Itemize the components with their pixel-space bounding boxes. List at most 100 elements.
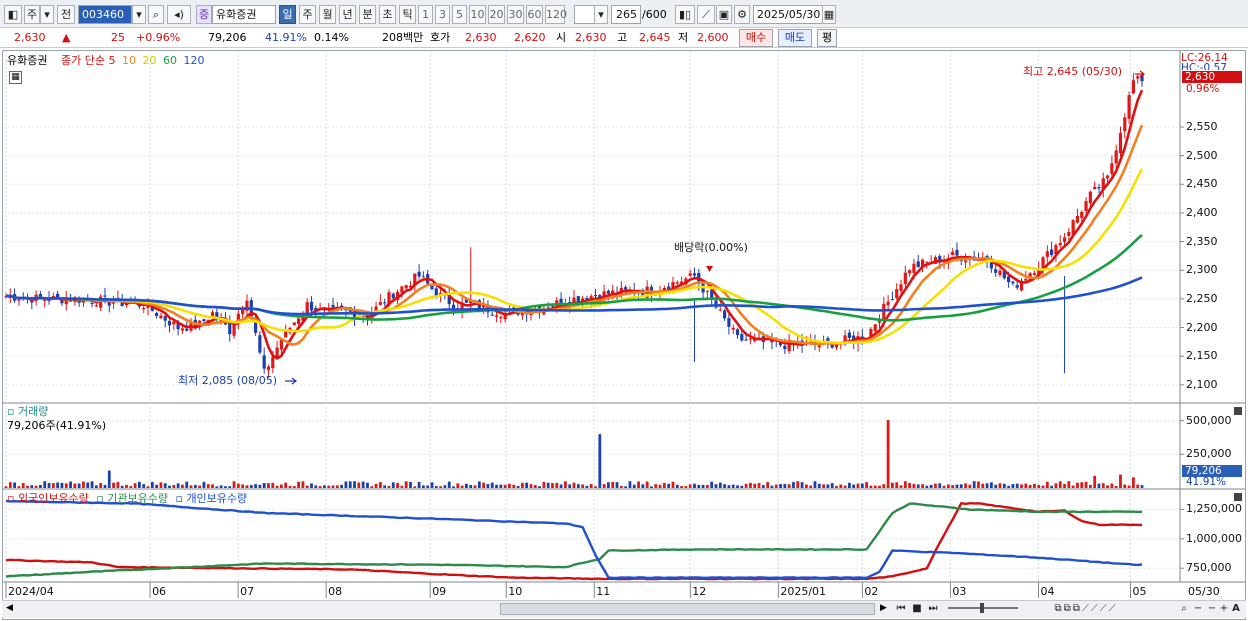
volume-bar xyxy=(912,483,916,488)
candle-body xyxy=(1058,242,1062,246)
volume-bar xyxy=(736,485,739,488)
volume-bar xyxy=(262,483,266,488)
volume-bar xyxy=(542,482,546,488)
volume-bar xyxy=(843,485,847,488)
volume-bar xyxy=(323,485,326,488)
volume-bar xyxy=(495,484,498,488)
volume-subtitle: 79,206주(41.91%) xyxy=(7,419,107,432)
low-arrow-icon xyxy=(285,377,297,385)
volume-bar xyxy=(413,486,417,488)
volume-bar xyxy=(740,485,744,488)
volume-bar xyxy=(245,485,249,488)
last-page-icon[interactable]: ⏭ xyxy=(926,602,940,616)
volume-bar xyxy=(465,483,468,488)
scroll-left-icon[interactable]: ◀ xyxy=(6,603,16,615)
volume-bar xyxy=(64,483,68,488)
candle-body xyxy=(17,299,21,301)
price-tag: 2,630 xyxy=(1182,71,1242,83)
volume-bar xyxy=(120,485,124,488)
volume-bar xyxy=(374,483,378,488)
volume-bar xyxy=(822,484,825,488)
volume-bar xyxy=(241,484,245,488)
candle-body xyxy=(624,287,628,290)
volume-bar xyxy=(400,485,404,488)
volume-bar xyxy=(753,483,757,488)
volume-bar xyxy=(804,484,808,488)
volume-bar xyxy=(1071,485,1075,488)
volume-bar xyxy=(383,485,387,488)
dividend-annotation: 배당락(0.00%) xyxy=(674,241,748,254)
volume-bar xyxy=(675,484,679,488)
x-tick-label: 07 xyxy=(240,585,255,598)
candle-body xyxy=(740,334,744,341)
volume-bar xyxy=(189,485,193,488)
volume-bar xyxy=(1050,485,1054,488)
legend-individual: ▫ 개인보유수량 xyxy=(175,492,248,505)
legend-institution: ▫ 기관보유수량 xyxy=(96,492,168,505)
volume-bar xyxy=(1140,485,1144,488)
candle-body xyxy=(378,302,382,305)
candle-body xyxy=(1088,191,1092,204)
volume-bar xyxy=(224,486,227,488)
volume-bar xyxy=(641,484,645,488)
volume-bar xyxy=(434,486,438,488)
volume-bar xyxy=(865,482,869,488)
candle-body xyxy=(1024,278,1028,281)
volume-bar xyxy=(211,484,214,488)
volume-bar xyxy=(103,485,107,488)
candle-body xyxy=(667,286,671,290)
volume-bar xyxy=(615,482,619,488)
candle-body xyxy=(331,304,335,308)
font-size-icon[interactable]: A xyxy=(1230,602,1242,616)
close-volume-pane-icon[interactable] xyxy=(1234,407,1242,415)
candle-body xyxy=(232,324,236,336)
volume-bar xyxy=(477,481,481,488)
volume-bar xyxy=(86,482,90,488)
volume-bar xyxy=(1024,483,1028,488)
volume-bar xyxy=(955,484,959,488)
scroll-right-icon[interactable]: ▶ xyxy=(880,603,890,615)
candle-body xyxy=(895,289,899,299)
candle-body xyxy=(1080,211,1084,219)
candle-body xyxy=(499,317,503,319)
candle-body xyxy=(727,318,731,327)
candle-body xyxy=(890,299,895,301)
zoom-slider-handle[interactable] xyxy=(980,603,984,613)
close-holding-pane-icon[interactable] xyxy=(1234,493,1242,501)
volume-bar xyxy=(305,485,309,488)
table-icon[interactable]: ▦ xyxy=(9,71,22,84)
volume-bar xyxy=(107,470,111,488)
volume-bar xyxy=(718,482,722,488)
candle-body xyxy=(383,302,387,304)
volume-bar xyxy=(658,484,662,488)
volume-bar xyxy=(391,482,395,488)
candle-body xyxy=(94,305,98,307)
zoom-in-icon[interactable]: + xyxy=(1218,602,1230,616)
drawing-tools-icon[interactable]: ⧉⧉⧉⟋⟋⟋⟋ xyxy=(1026,602,1146,616)
volume-bar xyxy=(667,483,671,488)
volume-bar xyxy=(813,481,817,488)
scrollbar-thumb[interactable] xyxy=(500,603,875,615)
price-legend: 유화증권 종가 단순 5 10 20 60 120 xyxy=(7,54,204,67)
volume-bar xyxy=(1097,483,1101,488)
volume-bar xyxy=(731,484,735,488)
volume-bar xyxy=(520,482,524,488)
stop-icon[interactable]: ■ xyxy=(910,602,924,616)
volume-bar xyxy=(559,484,563,488)
x-tick-label: 09 xyxy=(432,585,447,598)
zoom-minus-icon[interactable]: − xyxy=(1206,602,1218,616)
volume-bar xyxy=(830,483,834,488)
volume-bar xyxy=(637,481,640,488)
volume-bar xyxy=(249,485,253,488)
zoom-search-icon[interactable]: ⌕ xyxy=(1178,602,1190,616)
volume-bar xyxy=(589,484,593,488)
volume-bar xyxy=(882,484,886,488)
volume-bar xyxy=(968,484,972,488)
holding-y-tick-label: 1,000,000 xyxy=(1186,531,1242,545)
first-page-icon[interactable]: ⏮ xyxy=(894,602,908,616)
zoom-out-icon[interactable]: − xyxy=(1192,602,1204,616)
candle-body xyxy=(886,301,890,306)
volume-bar xyxy=(749,482,752,488)
volume-bar xyxy=(112,482,115,488)
chart-canvas[interactable] xyxy=(0,0,1248,621)
